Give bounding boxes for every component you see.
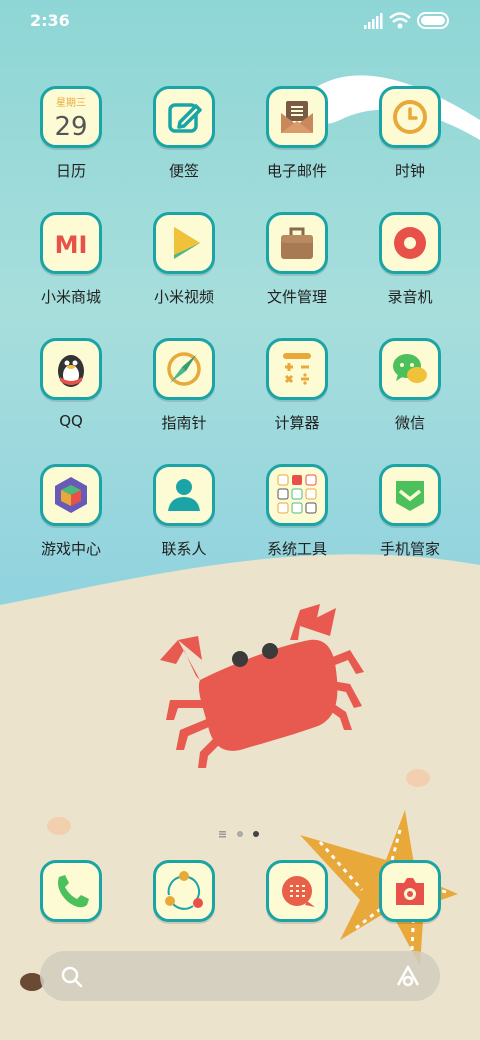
app-label: 小米商城 [40, 288, 101, 306]
app-mi-video[interactable]: 小米视频 [129, 212, 239, 322]
cube-icon [40, 464, 102, 526]
calendar-icon: 星期三 29 [40, 86, 102, 148]
page-dot-active [253, 831, 259, 837]
app-compass[interactable]: 指南针 [129, 338, 239, 448]
app-email[interactable]: 电子邮件 [242, 86, 352, 196]
penguin-icon [40, 338, 102, 400]
email-icon [266, 86, 328, 148]
shield-icon [379, 464, 441, 526]
app-contacts[interactable]: 联系人 [129, 464, 239, 574]
app-notes[interactable]: 便签 [129, 86, 239, 196]
app-label: QQ [59, 412, 83, 430]
app-calendar[interactable]: 星期三 29 日历 [16, 86, 126, 196]
app-wechat[interactable]: 微信 [355, 338, 465, 448]
pebble [47, 817, 71, 835]
page-list-icon [219, 831, 226, 838]
app-mi-store[interactable]: MI 小米商城 [16, 212, 126, 322]
pebble [406, 769, 430, 787]
app-label: 系统工具 [266, 540, 327, 558]
app-label: 时钟 [394, 162, 425, 180]
briefcase-icon [266, 212, 328, 274]
calendar-weekday: 星期三 [56, 97, 86, 109]
notes-icon [153, 86, 215, 148]
app-label: 文件管理 [266, 288, 327, 306]
calendar-day: 29 [54, 112, 87, 142]
play-icon [153, 212, 215, 274]
mi-logo-text: MI [55, 231, 88, 259]
app-label: 手机管家 [379, 540, 440, 558]
clock-icon [379, 86, 441, 148]
share-icon [153, 860, 215, 922]
app-system-tools[interactable]: 系统工具 [242, 464, 352, 574]
app-grid: 星期三 29 日历 便签 电子邮件 时钟 MI 小米商城 小米视频 文件管理 录… [0, 0, 480, 600]
app-qq[interactable]: QQ [16, 338, 126, 448]
app-label: 小米视频 [153, 288, 214, 306]
search-icon [61, 966, 83, 988]
app-label: 微信 [394, 414, 425, 432]
app-recorder[interactable]: 录音机 [355, 212, 465, 322]
message-icon [266, 860, 328, 922]
app-label: 计算器 [274, 414, 320, 432]
app-clock[interactable]: 时钟 [355, 86, 465, 196]
app-file-manager[interactable]: 文件管理 [242, 212, 352, 322]
voice-assistant-icon[interactable] [394, 963, 422, 991]
person-icon [153, 464, 215, 526]
app-label: 联系人 [161, 540, 207, 558]
camera-icon [379, 860, 441, 922]
app-label: 便签 [168, 162, 199, 180]
app-label: 日历 [55, 162, 86, 180]
app-label: 电子邮件 [266, 162, 327, 180]
phone-icon [40, 860, 102, 922]
wechat-icon [379, 338, 441, 400]
calculator-icon [266, 338, 328, 400]
app-calculator[interactable]: 计算器 [242, 338, 352, 448]
page-dot [237, 831, 243, 837]
folder-grid-icon [266, 464, 328, 526]
page-indicator[interactable] [215, 828, 265, 840]
app-label: 指南针 [161, 414, 207, 432]
record-icon [379, 212, 441, 274]
app-label: 录音机 [387, 288, 433, 306]
home-screen: 2:36 星期三 29 日历 便签 电子邮件 时钟 MI 小米商城 小米视频 文… [0, 0, 480, 1040]
app-security[interactable]: 手机管家 [355, 464, 465, 574]
app-game-center[interactable]: 游戏中心 [16, 464, 126, 574]
compass-icon [153, 338, 215, 400]
search-bar[interactable] [40, 951, 440, 1001]
app-label: 游戏中心 [40, 540, 101, 558]
mi-icon: MI [40, 212, 102, 274]
